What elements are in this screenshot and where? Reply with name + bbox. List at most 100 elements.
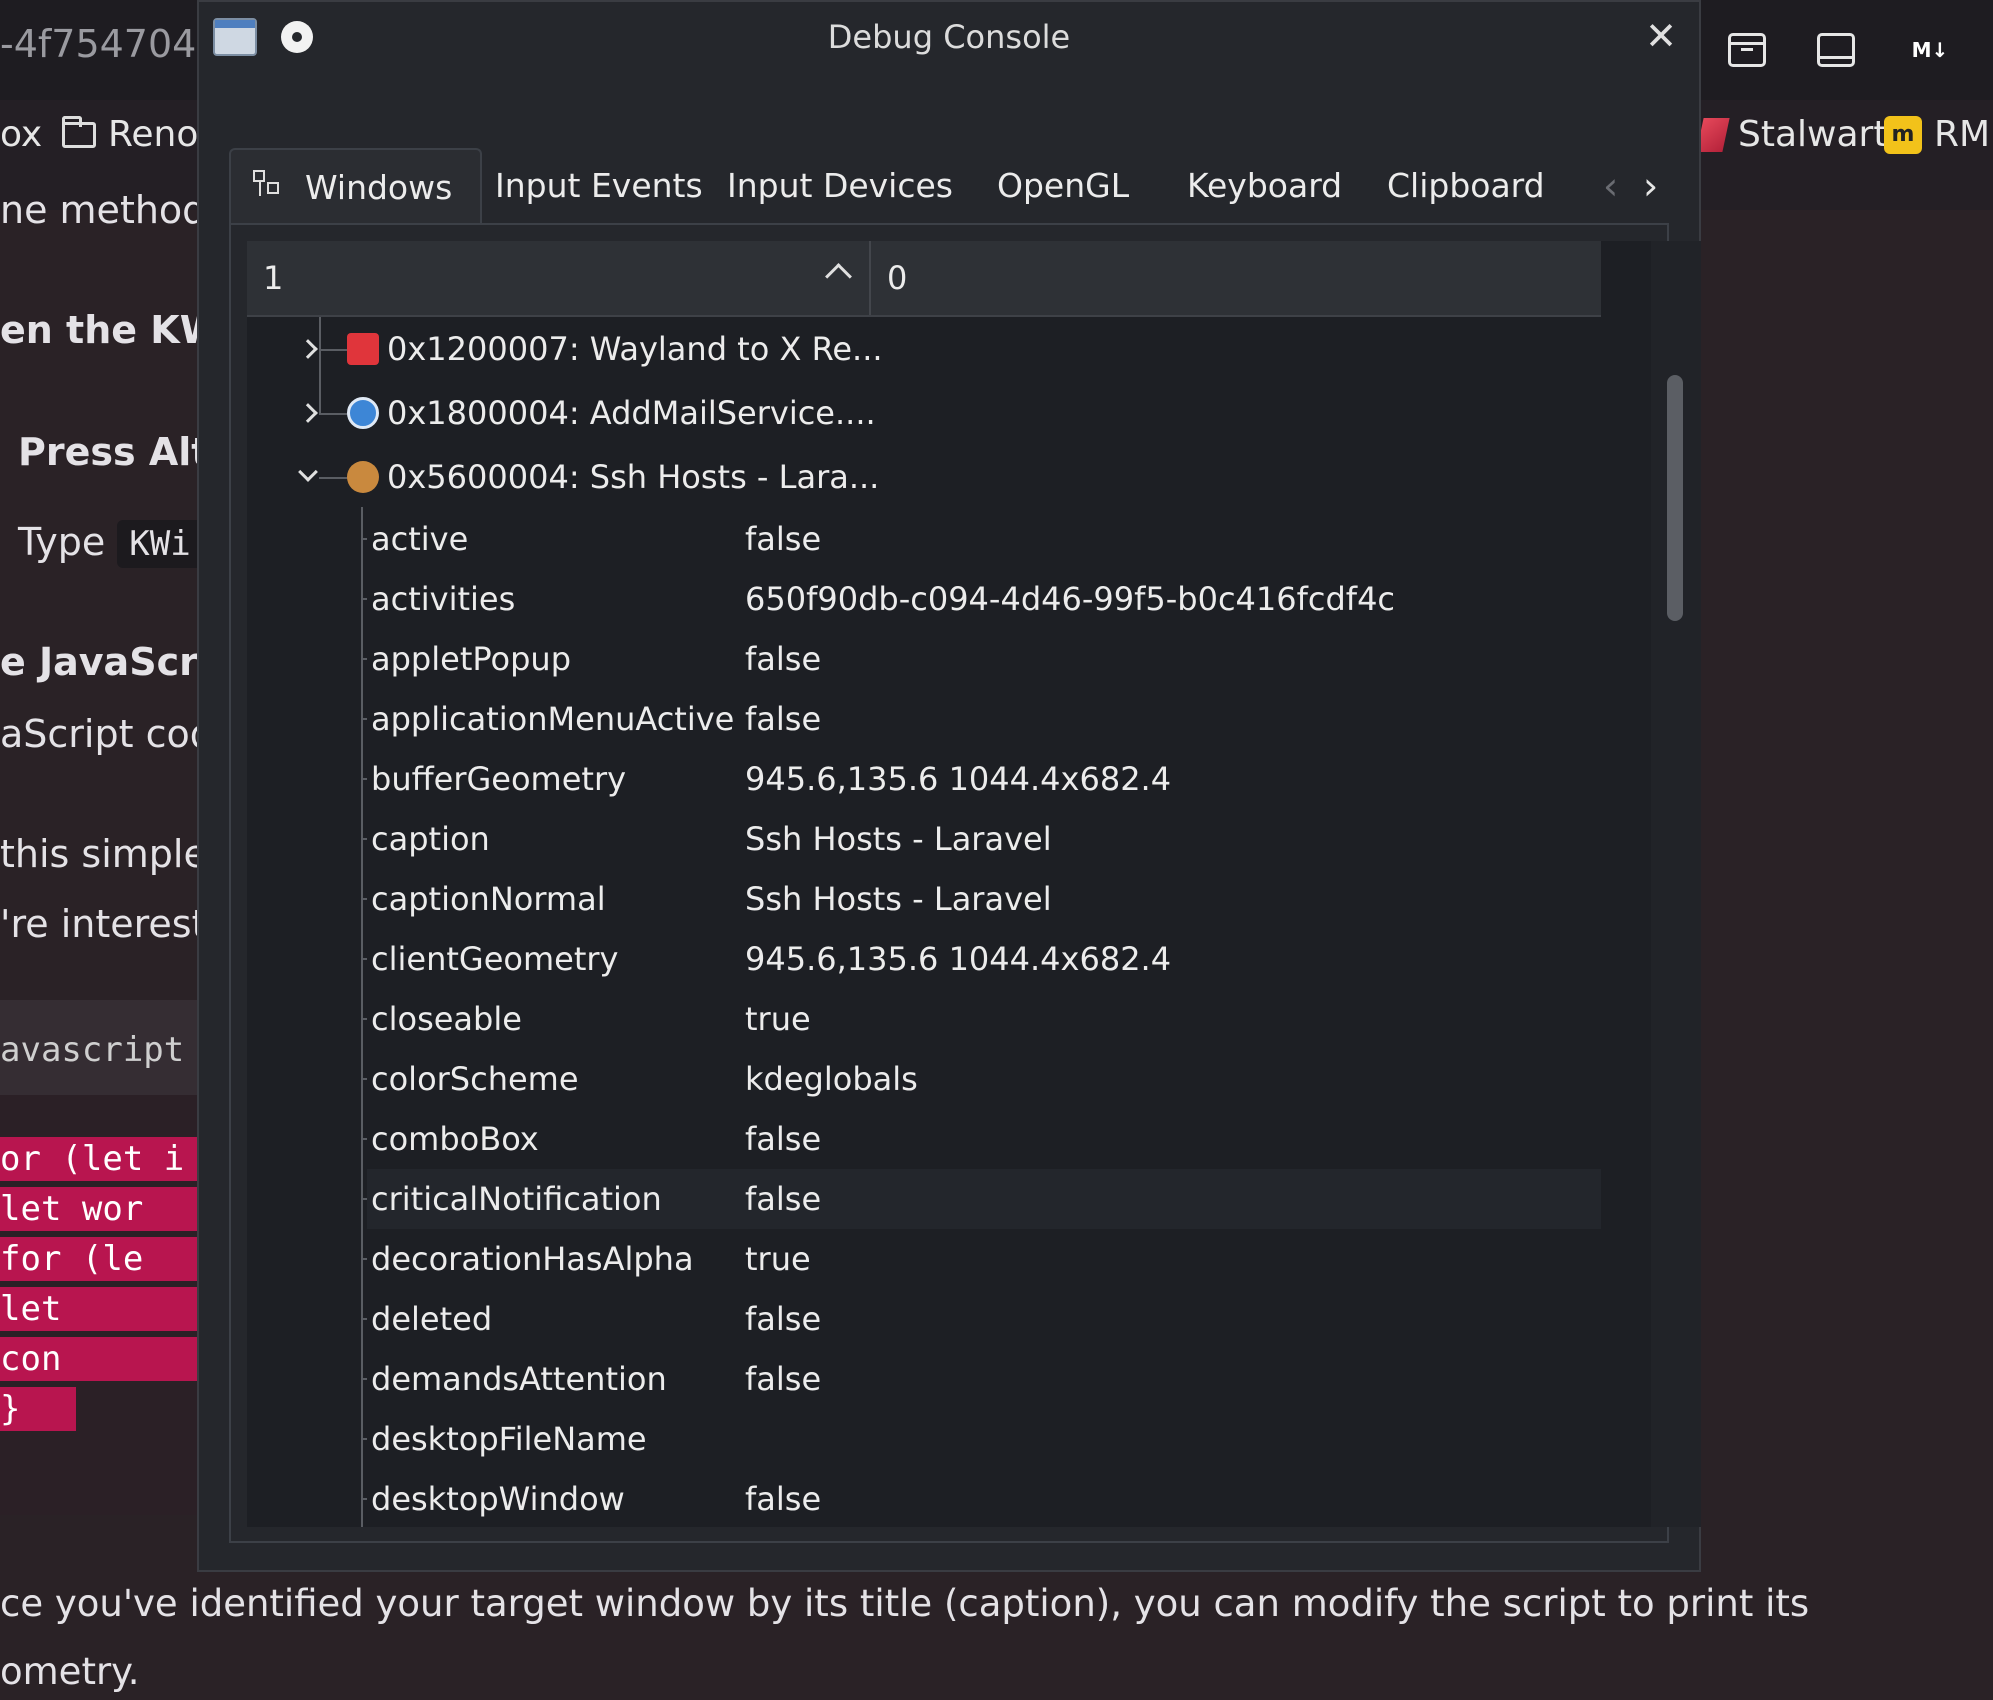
- tab-windows[interactable]: Windows: [229, 148, 483, 224]
- code-line: con: [0, 1337, 200, 1381]
- tab-input-devices[interactable]: Input Devices: [727, 148, 953, 224]
- window-node[interactable]: 0x5600004: Ssh Hosts - Lara...: [247, 445, 1601, 509]
- tree-branch-line: [361, 898, 367, 900]
- tab-scroll-left-icon[interactable]: ‹: [1603, 148, 1618, 224]
- property-row[interactable]: comboBox false: [247, 1109, 1601, 1169]
- tree-branch-line: [361, 1018, 367, 1020]
- collapse-chevron-icon[interactable]: [298, 462, 318, 482]
- windows-tree-view[interactable]: 1 0 0x1200007: Wayland to X Re... 0x1800…: [247, 241, 1651, 1527]
- property-value: 945.6,135.6 1044.4x682.4: [745, 940, 1172, 978]
- property-key: colorScheme: [371, 1060, 579, 1098]
- code-line: for (le: [0, 1237, 200, 1281]
- tree-branch-line: [361, 1318, 367, 1320]
- tree-branch-line: [361, 778, 367, 780]
- windows-tree-icon: [253, 170, 283, 200]
- property-value: true: [745, 1240, 811, 1278]
- xwayland-icon: [347, 333, 379, 365]
- window-node[interactable]: 0x1200007: Wayland to X Re...: [247, 317, 1601, 381]
- property-key: criticalNotification: [371, 1180, 662, 1218]
- folder-icon: [62, 115, 96, 148]
- column-separator[interactable]: [869, 241, 871, 315]
- tab-bar: Windows Input Events Input Devices OpenG…: [229, 148, 1669, 224]
- column-header-0[interactable]: 1: [263, 241, 283, 315]
- code-line: or (let i: [0, 1137, 200, 1181]
- property-row[interactable]: demandsAttention false: [247, 1349, 1601, 1409]
- property-key: desktopFileName: [371, 1420, 647, 1458]
- article-line: ce you've identified your target window …: [0, 1582, 1810, 1625]
- article-line: ometry.: [0, 1650, 140, 1693]
- property-row[interactable]: caption Ssh Hosts - Laravel: [247, 809, 1601, 869]
- tree-branch-line: [361, 1198, 367, 1200]
- code-language-label: avascript: [0, 1000, 200, 1095]
- debug-console-window: Debug Console ✕ Windows Input Events Inp…: [197, 0, 1701, 1572]
- property-row[interactable]: deleted false: [247, 1289, 1601, 1349]
- windows-panel: 1 0 0x1200007: Wayland to X Re... 0x1800…: [229, 223, 1701, 1543]
- property-key: desktopWindow: [371, 1480, 625, 1518]
- tab-opengl[interactable]: OpenGL: [997, 148, 1129, 224]
- close-button[interactable]: ✕: [1645, 14, 1677, 58]
- property-row[interactable]: closeable true: [247, 989, 1601, 1049]
- bookmark-stalwart[interactable]: Stalwart: [1696, 114, 1887, 155]
- property-row[interactable]: desktopFileName: [247, 1409, 1601, 1469]
- property-value: false: [745, 1360, 822, 1398]
- archive-icon[interactable]: [1723, 26, 1771, 74]
- scrollbar-thumb[interactable]: [1667, 375, 1683, 621]
- tree-branch-line: [361, 1498, 367, 1500]
- property-key: comboBox: [371, 1120, 539, 1158]
- code-line: let: [0, 1287, 200, 1331]
- markdown-icon[interactable]: M↓: [1906, 26, 1954, 74]
- property-value: Ssh Hosts - Laravel: [745, 820, 1052, 858]
- property-key: applicationMenuActive: [371, 700, 735, 738]
- tree-branch-line: [361, 1378, 367, 1380]
- window-node[interactable]: 0x1800004: AddMailService....: [247, 381, 1601, 445]
- window-node-label: 0x5600004: Ssh Hosts - Lara...: [387, 458, 880, 496]
- kde-icon: [347, 397, 379, 429]
- code-line: let wor: [0, 1187, 200, 1231]
- bookmark-rmp[interactable]: mRMI: [1884, 114, 1993, 155]
- property-key: active: [371, 520, 469, 558]
- code-line: }: [0, 1387, 76, 1431]
- property-row[interactable]: colorScheme kdeglobals: [247, 1049, 1601, 1109]
- property-key: decorationHasAlpha: [371, 1240, 694, 1278]
- property-row[interactable]: clientGeometry 945.6,135.6 1044.4x682.4: [247, 929, 1601, 989]
- tree-branch-line: [361, 718, 367, 720]
- bookmark-ox[interactable]: ox: [0, 114, 42, 155]
- property-value: false: [745, 520, 822, 558]
- tree-branch-line: [361, 658, 367, 660]
- property-value: false: [745, 1300, 822, 1338]
- bookmark-reno[interactable]: Reno: [62, 114, 198, 155]
- screen-icon[interactable]: [1812, 26, 1860, 74]
- property-row[interactable]: desktopWindow false: [247, 1469, 1601, 1527]
- property-row[interactable]: decorationHasAlpha true: [247, 1229, 1601, 1289]
- inline-code: KWi: [117, 520, 203, 568]
- tree-header: 1 0: [247, 241, 1601, 317]
- tab-label: Windows: [305, 168, 453, 207]
- property-row[interactable]: applicationMenuActive false: [247, 689, 1601, 749]
- tree-branch-line: [361, 958, 367, 960]
- tree-branch-line: [361, 598, 367, 600]
- article-step: Type KWi: [18, 520, 203, 568]
- property-row[interactable]: activities 650f90db-c094-4d46-99f5-b0c416…: [247, 569, 1601, 629]
- tab-clipboard[interactable]: Clipboard: [1387, 148, 1545, 224]
- tree-branch-line: [361, 1138, 367, 1140]
- tab-keyboard[interactable]: Keyboard: [1187, 148, 1342, 224]
- property-row[interactable]: captionNormal Ssh Hosts - Laravel: [247, 869, 1601, 929]
- tab-input-events[interactable]: Input Events: [495, 148, 703, 224]
- property-row[interactable]: active false: [247, 509, 1601, 569]
- tab-scroll-right-icon[interactable]: ›: [1643, 148, 1658, 224]
- expand-chevron-icon[interactable]: [298, 403, 318, 423]
- property-row[interactable]: bufferGeometry 945.6,135.6 1044.4x682.4: [247, 749, 1601, 809]
- property-value: false: [745, 1120, 822, 1158]
- property-key: deleted: [371, 1300, 493, 1338]
- code-block: or (let i let wor for (le let con }: [0, 1095, 200, 1515]
- article-line: this simple: [0, 832, 207, 876]
- property-row[interactable]: criticalNotification false: [247, 1169, 1601, 1229]
- property-key: closeable: [371, 1000, 522, 1038]
- property-row[interactable]: appletPopup false: [247, 629, 1601, 689]
- expand-chevron-icon[interactable]: [298, 339, 318, 359]
- property-key: clientGeometry: [371, 940, 619, 978]
- property-key: demandsAttention: [371, 1360, 667, 1398]
- column-header-1[interactable]: 0: [887, 241, 907, 315]
- property-key: caption: [371, 820, 490, 858]
- article-line: 're intereste: [0, 902, 230, 946]
